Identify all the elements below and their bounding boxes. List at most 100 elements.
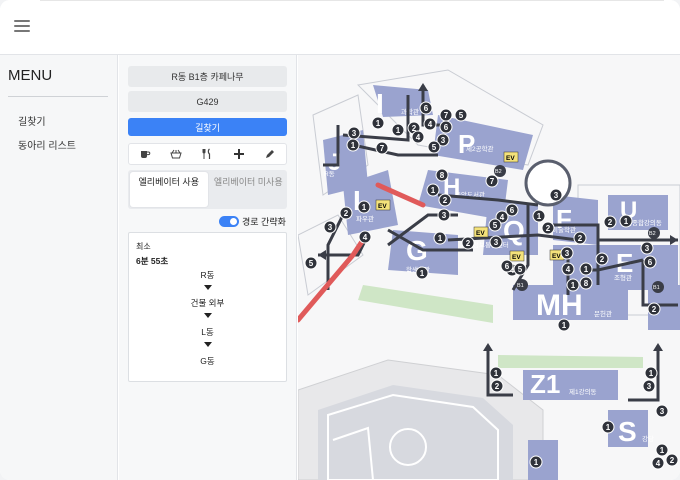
building-name: R동: [324, 170, 335, 178]
floor-marker-label: 3: [442, 211, 447, 220]
app-window: MENU 길찾기 동아리 리스트 R동 B1층 카페나무 G429 길찾기 엘리…: [0, 0, 680, 480]
plus-icon[interactable]: [232, 147, 246, 161]
floor-marker-label: 1: [571, 281, 576, 290]
floor-marker-label: 3: [645, 244, 650, 253]
pencil-icon[interactable]: [263, 147, 277, 161]
floor-marker-label: 2: [466, 239, 471, 248]
tab-use-elevator[interactable]: 엘리베이터 사용: [130, 172, 208, 207]
utensils-icon[interactable]: [200, 147, 214, 161]
floor-marker-label: 1: [649, 369, 654, 378]
floor-marker-label: 1: [606, 423, 611, 432]
floor-marker-label: 3: [441, 136, 446, 145]
building-letter: Z1: [530, 369, 560, 399]
building-letter: S: [618, 416, 637, 447]
building-letter: MH: [536, 289, 583, 322]
menu-title: MENU: [8, 67, 53, 84]
floor-marker-label: 4: [363, 233, 368, 242]
floor-marker-label: 6: [424, 104, 429, 113]
cafe-icon[interactable]: [138, 147, 152, 161]
floor-marker-label: 6: [648, 258, 653, 267]
floor-marker-label: 2: [608, 218, 613, 227]
sports-field: [298, 359, 544, 480]
floor-marker-label: 4: [656, 459, 661, 468]
menu-item-club-list[interactable]: 동아리 리스트: [18, 137, 76, 152]
campus-map[interactable]: I P J L H Q G F U E MH Z1 S 과학관 제2공학관 R동…: [298, 55, 680, 480]
route-step: 건물 외부: [190, 298, 225, 308]
floor-marker-label: 1: [362, 203, 367, 212]
elevator-tabs: 엘리베이터 사용 엘리베이터 미사용: [128, 170, 287, 209]
floor-marker-label: 2: [652, 305, 657, 314]
building-name: 조형관: [614, 273, 632, 282]
building-letter: P: [458, 129, 475, 159]
floor-marker-label: 3: [660, 407, 665, 416]
floor-marker-label: 2: [578, 234, 583, 243]
route-result-box: 최소 6분 55초 R동 건물 외부 L동 G동: [128, 232, 287, 382]
tab-no-elevator[interactable]: 엘리베이터 미사용: [210, 170, 288, 209]
floor-marker-label: 6: [510, 206, 515, 215]
campus-map-canvas: I P J L H Q G F U E MH Z1 S 과학관 제2공학관 R동…: [298, 69, 680, 480]
floor-marker-label: 1: [494, 369, 499, 378]
floor-marker-label: 4: [566, 265, 571, 274]
floor-marker-label: 2: [600, 255, 605, 264]
building-letter: I: [376, 88, 384, 119]
side-menu: MENU 길찾기 동아리 리스트: [0, 55, 118, 480]
floor-marker-label: 5: [518, 265, 523, 274]
route-time: 6분 55초: [136, 256, 169, 266]
floor-marker-label: 1: [351, 141, 356, 150]
simplify-route-toggle[interactable]: [219, 216, 239, 227]
floor-marker-label: 3: [554, 191, 559, 200]
menu-divider: [8, 96, 108, 97]
floor-marker-label: 3: [565, 249, 570, 258]
origin-field[interactable]: R동 B1층 카페나무: [128, 66, 287, 87]
simplify-route-label: 경로 간략화: [242, 217, 286, 227]
floor-marker-label: 3: [352, 129, 357, 138]
lawn: [358, 285, 493, 323]
floor-marker-label: 1: [431, 186, 436, 195]
floor-marker-label: 2: [670, 456, 675, 465]
building-name: 제1강의동: [569, 387, 597, 396]
floor-marker-label: 1: [562, 321, 567, 330]
floor-marker-label: 5: [493, 221, 498, 230]
floor-marker-label: 4: [428, 120, 433, 129]
route-step-arrow: [204, 342, 212, 347]
floor-marker-label: 5: [459, 111, 464, 120]
floor-marker-label: 1: [376, 119, 381, 128]
ev-badge: EV: [512, 254, 521, 261]
floor-marker-label: 2: [344, 209, 349, 218]
route-step-arrow: [204, 313, 212, 318]
route-panel: R동 B1층 카페나무 G429 길찾기 엘리베이터 사용 엘리베이터 미사용: [119, 55, 297, 480]
floor-marker-label: 1: [396, 126, 401, 135]
route-type-label: 최소: [136, 242, 151, 251]
simplify-route-row: 경로 간략화: [219, 215, 286, 228]
floor-marker-label: 1: [534, 458, 539, 467]
top-bar: [0, 0, 680, 55]
floor-marker-label: 1: [584, 265, 589, 274]
ev-badge: EV: [378, 203, 387, 210]
lawn: [498, 355, 643, 368]
level-badge: B2: [649, 231, 656, 237]
floor-marker-label: 6: [505, 262, 510, 271]
floor-marker-label: 3: [328, 223, 333, 232]
floor-marker-label: 2: [443, 196, 448, 205]
top-divider: [40, 0, 664, 1]
floor-marker-label: 2: [546, 224, 551, 233]
level-badge: B2: [495, 169, 502, 175]
restaurant-icon[interactable]: [169, 147, 183, 161]
floor-marker-label: 1: [420, 269, 425, 278]
floor-marker-label: 8: [440, 171, 445, 180]
building-name: 과학관: [401, 107, 419, 116]
floor-marker-label: 6: [444, 123, 449, 132]
building-name: 강당: [642, 434, 654, 443]
building-name: 파우관: [356, 214, 374, 223]
find-route-button[interactable]: 길찾기: [128, 118, 287, 136]
rotunda: [524, 159, 572, 207]
ev-badge: EV: [506, 155, 515, 162]
hamburger-menu-icon[interactable]: [14, 20, 30, 34]
menu-item-directions[interactable]: 길찾기: [18, 113, 46, 128]
floor-marker-label: 5: [309, 259, 314, 268]
building-name: 제2공학관: [466, 144, 494, 153]
destination-field[interactable]: G429: [128, 91, 287, 112]
building-name: 문헌관: [594, 309, 612, 318]
route-step-arrow: [204, 285, 212, 290]
floor-marker-label: 8: [584, 279, 589, 288]
